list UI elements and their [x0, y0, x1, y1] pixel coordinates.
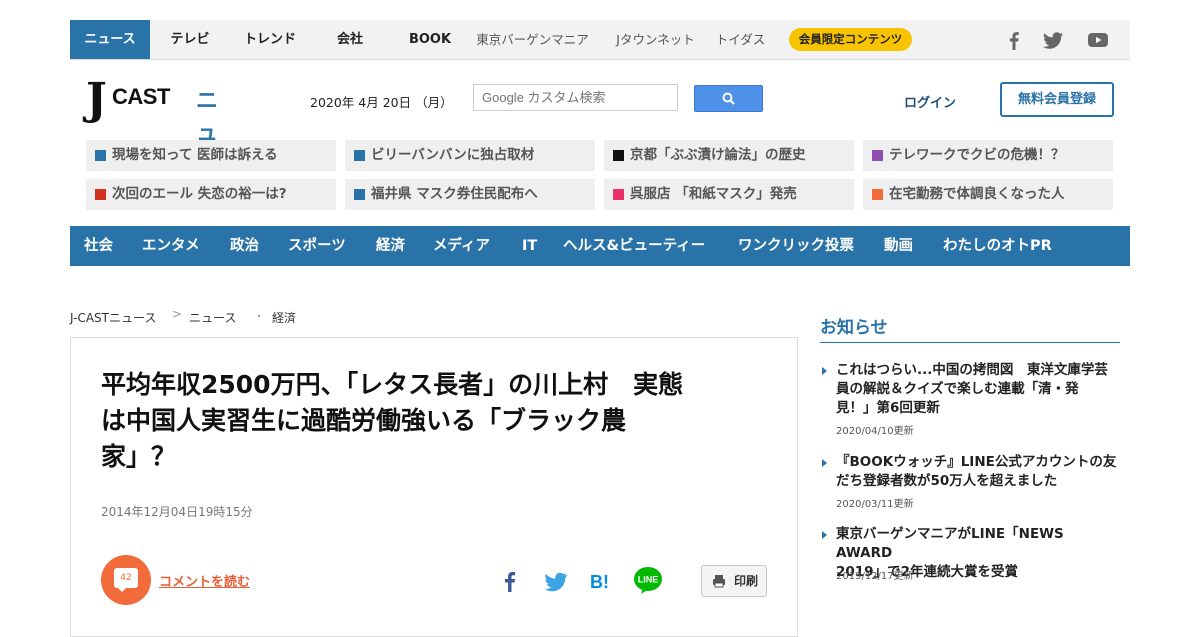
logo-cast: CAST [112, 84, 170, 109]
headline-line: 家」？ [101, 442, 177, 471]
login-link[interactable]: ログイン [904, 92, 956, 111]
arrow-right-icon [822, 459, 827, 467]
notice-title-line: これはつらい...中国の拷問図 東洋文庫学芸 [836, 362, 1108, 378]
hatena-bookmark-icon[interactable]: B! [588, 568, 614, 594]
print-label: 印刷 [734, 574, 759, 588]
topic-label: 福井県 マスク券住民配布へ [371, 186, 538, 202]
topic-marker [354, 189, 365, 200]
print-button[interactable]: 印刷 [701, 565, 767, 597]
notice-title-line: 見！」第6回更新 [836, 400, 940, 416]
breadcrumb-home[interactable]: J-CASTニュース [70, 309, 156, 326]
search-button[interactable] [694, 85, 763, 112]
category-entertainment[interactable]: エンタメ [142, 226, 200, 266]
notice-title-line: 東京バーゲンマニアがLINE「NEWS AWARD [836, 526, 1064, 561]
twitter-share-icon[interactable] [543, 568, 569, 594]
top-nav-bargain-mania[interactable]: 東京バーゲンマニア [475, 20, 590, 59]
search-input[interactable] [474, 85, 680, 110]
headline-line: は中国人実習生に過酷労働強いる「ブラック農 [101, 406, 627, 435]
search-box[interactable] [473, 84, 680, 111]
notice-title-line: 『BOOKウォッチ』LINE公式アカウントの友 [836, 454, 1117, 470]
top-nav-company[interactable]: 会社 [310, 20, 390, 59]
headline-line: 平均年収2500万円、「レタス長者」の川上村 実態 [101, 370, 684, 399]
comment-icon: 42 [114, 568, 138, 588]
topic-link[interactable]: 在宅勤務で体調良くなった人 [863, 179, 1113, 210]
category-health-beauty[interactable]: ヘルス&ビューティー [563, 226, 705, 266]
logo-j: J [86, 74, 107, 125]
facebook-icon[interactable] [1003, 29, 1025, 51]
breadcrumb-separator: > [172, 307, 183, 321]
comment-count: 42 [120, 573, 132, 583]
topic-link[interactable]: 次回のエール 失恋の裕一は? [86, 179, 336, 210]
topic-link[interactable]: 京都「ぶぶ漬け論法」の歴史 [604, 140, 854, 171]
sidebar-divider [820, 342, 1120, 343]
category-one-click-poll[interactable]: ワンクリック投票 [738, 226, 854, 266]
category-nav: 社会 エンタメ 政治 スポーツ 経済 メディア IT ヘルス&ビューティー ワン… [70, 226, 1130, 266]
twitter-icon[interactable] [1042, 29, 1064, 51]
comment-count-badge[interactable]: 42 [101, 555, 151, 605]
top-nav-tv[interactable]: テレビ [150, 20, 230, 59]
article-timestamp: 2014年12月04日19時15分 [101, 505, 253, 519]
topic-link[interactable]: テレワークでクビの危機！？ [863, 140, 1113, 171]
printer-icon [713, 575, 725, 588]
notice-date: 2019/12/17更新 [836, 571, 914, 582]
search-icon [722, 92, 735, 105]
notice-date: 2020/03/11更新 [836, 499, 914, 510]
topic-marker [95, 189, 106, 200]
category-media[interactable]: メディア [433, 226, 490, 266]
topic-marker [872, 150, 883, 161]
topic-link[interactable]: 呉服店 「和紙マスク」発売 [604, 179, 854, 210]
notice-title[interactable]: 『BOOKウォッチ』LINE公式アカウントの友 だち登録者数が50万人を超えまし… [836, 453, 1124, 491]
current-date: 2020年 4月 20日 （月） [310, 95, 453, 110]
top-nav-jtown[interactable]: Jタウンネット [608, 20, 703, 59]
article-headline: 平均年収2500万円、「レタス長者」の川上村 実態 は中国人実習生に過酷労働強い… [101, 367, 781, 475]
topic-label: 現場を知って 医師は訴える [112, 147, 278, 163]
svg-text:B!: B! [590, 572, 609, 592]
arrow-right-icon [822, 531, 827, 539]
category-politics[interactable]: 政治 [230, 226, 259, 266]
breadcrumb-separator: ・ [253, 309, 266, 323]
breadcrumb-economy[interactable]: 経済 [272, 309, 296, 326]
topic-link[interactable]: 福井県 マスク券住民配布へ [345, 179, 595, 210]
category-watashi-no-oto[interactable]: わたしのオトPR [943, 226, 1052, 266]
top-nav-toidas[interactable]: トイダス [708, 20, 773, 59]
line-share-icon[interactable]: LINE [633, 566, 663, 596]
category-society[interactable]: 社会 [84, 226, 113, 266]
topic-marker [613, 189, 624, 200]
topic-label: ビリーバンバンに独占取材 [371, 147, 535, 163]
category-it[interactable]: IT [522, 226, 537, 266]
notice-date: 2020/04/10更新 [836, 426, 914, 437]
topic-marker [613, 150, 624, 161]
read-comments-link[interactable]: コメントを読む [159, 571, 250, 590]
notice-title-line: 員の解説＆クイズで楽しむ連載「清・発 [836, 381, 1079, 397]
top-nav-book[interactable]: BOOK [390, 20, 470, 59]
top-nav-trend[interactable]: トレンド [230, 20, 310, 59]
top-nav-news[interactable]: ニュース [70, 20, 150, 59]
category-video[interactable]: 動画 [884, 226, 913, 266]
notice-title-line: だち登録者数が50万人を超えました [836, 473, 1058, 489]
category-sports[interactable]: スポーツ [288, 226, 346, 266]
arrow-right-icon [822, 367, 827, 375]
topic-link[interactable]: ビリーバンバンに独占取材 [345, 140, 595, 171]
topic-marker [354, 150, 365, 161]
topic-label: 在宅勤務で体調良くなった人 [889, 186, 1065, 202]
sidebar-title: お知らせ [820, 318, 888, 338]
facebook-share-icon[interactable] [497, 568, 523, 594]
top-nav: ニュース テレビ トレンド 会社 BOOK 東京バーゲンマニア Jタウンネット … [70, 20, 1130, 60]
notice-title[interactable]: これはつらい...中国の拷問図 東洋文庫学芸 員の解説＆クイズで楽しむ連載「清・… [836, 361, 1124, 418]
topic-label: 次回のエール 失恋の裕一は? [112, 186, 287, 202]
topic-label: 京都「ぶぶ漬け論法」の歴史 [630, 147, 806, 163]
category-economy[interactable]: 経済 [376, 226, 405, 266]
topic-marker [95, 150, 106, 161]
youtube-icon[interactable] [1087, 29, 1109, 51]
signup-button[interactable]: 無料会員登録 [1000, 82, 1114, 117]
topic-marker [872, 189, 883, 200]
topic-link[interactable]: 現場を知って 医師は訴える [86, 140, 336, 171]
members-only-badge[interactable]: 会員限定コンテンツ [789, 28, 912, 51]
breadcrumb-news[interactable]: ニュース [189, 309, 236, 326]
svg-text:LINE: LINE [638, 575, 659, 585]
comment-icon-tail [117, 587, 127, 592]
topic-label: テレワークでクビの危機！？ [889, 147, 1065, 163]
topic-label: 呉服店 「和紙マスク」発売 [630, 186, 797, 202]
